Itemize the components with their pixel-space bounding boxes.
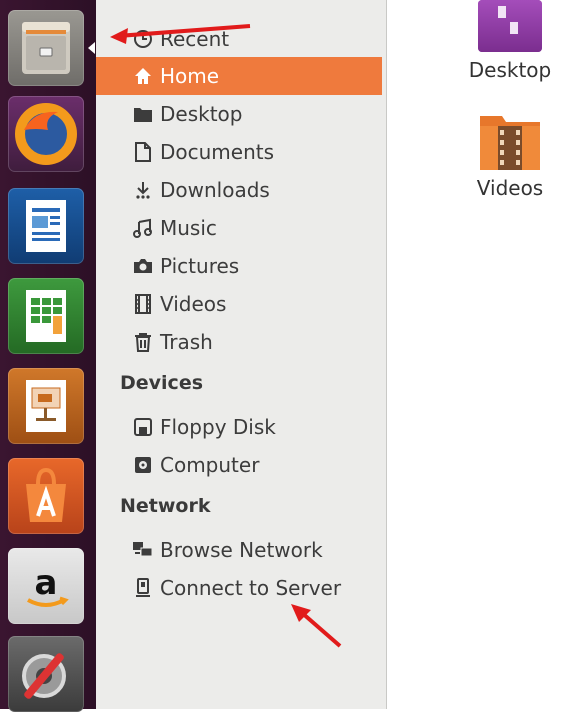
sidebar-item-label: Pictures	[160, 254, 240, 278]
film-icon	[132, 293, 154, 315]
sidebar-item-computer[interactable]: Computer	[96, 446, 382, 484]
sidebar-item-label: Videos	[160, 292, 227, 316]
sidebar-item-label: Connect to Server	[160, 576, 342, 600]
sidebar-item-label: Trash	[160, 330, 213, 354]
videos-folder[interactable]: Videos	[455, 112, 565, 200]
launcher: a	[0, 0, 96, 712]
desktop-folder[interactable]: Desktop	[455, 0, 565, 82]
trash-icon	[132, 331, 154, 353]
server-icon	[132, 577, 154, 599]
download-icon	[132, 179, 154, 201]
annotation-arrow-top	[110, 24, 251, 44]
system-settings-launcher-icon[interactable]	[8, 636, 84, 712]
desktop-folder-icon	[478, 0, 542, 52]
sidebar-item-label: Computer	[160, 453, 260, 477]
computer-icon	[132, 454, 154, 476]
sidebar-item-home[interactable]: Home	[96, 57, 382, 95]
network-icon	[132, 539, 154, 561]
sidebar-item-floppy-disk[interactable]: Floppy Disk	[96, 408, 382, 446]
sidebar-item-label: Music	[160, 216, 217, 240]
sidebar-item-label: Desktop	[160, 102, 243, 126]
network-header: Network	[120, 495, 211, 517]
sidebar-item-music[interactable]: Music	[96, 209, 382, 247]
sidebar-item-browse-network[interactable]: Browse Network	[96, 531, 382, 569]
videos-folder-icon	[480, 116, 540, 170]
sidebar-item-label: Documents	[160, 140, 275, 164]
sidebar-item-label: Home	[160, 64, 220, 88]
document-icon	[132, 141, 154, 163]
sidebar-item-trash[interactable]: Trash	[96, 323, 382, 361]
floppy-icon	[132, 416, 154, 438]
sidebar-item-label: Browse Network	[160, 538, 323, 562]
active-indicator	[88, 42, 95, 54]
sidebar-item-downloads[interactable]: Downloads	[96, 171, 382, 209]
firefox-launcher-icon[interactable]	[8, 96, 84, 172]
sidebar-item-label: Downloads	[160, 178, 270, 202]
folder-icon	[132, 103, 154, 125]
amazon-launcher-icon[interactable]: a	[8, 548, 84, 624]
devices-header: Devices	[120, 372, 204, 394]
writer-launcher-icon[interactable]	[8, 188, 84, 264]
folder-label: Videos	[476, 176, 544, 200]
home-icon	[132, 65, 154, 87]
impress-launcher-icon[interactable]	[8, 368, 84, 444]
music-icon	[132, 217, 154, 239]
files-launcher-icon[interactable]	[8, 10, 84, 86]
sidebar-item-videos[interactable]: Videos	[96, 285, 382, 323]
software-center-launcher-icon[interactable]	[8, 458, 84, 534]
calc-launcher-icon[interactable]	[8, 278, 84, 354]
file-view: Desktop Videos	[387, 0, 577, 709]
folder-label: Desktop	[468, 58, 552, 82]
sidebar-item-label: Floppy Disk	[160, 415, 276, 439]
sidebar-item-desktop[interactable]: Desktop	[96, 95, 382, 133]
annotation-arrow-bottom	[291, 604, 342, 648]
camera-icon	[132, 255, 154, 277]
svg-text:a: a	[35, 563, 58, 603]
sidebar-item-documents[interactable]: Documents	[96, 133, 382, 171]
sidebar-item-pictures[interactable]: Pictures	[96, 247, 382, 285]
